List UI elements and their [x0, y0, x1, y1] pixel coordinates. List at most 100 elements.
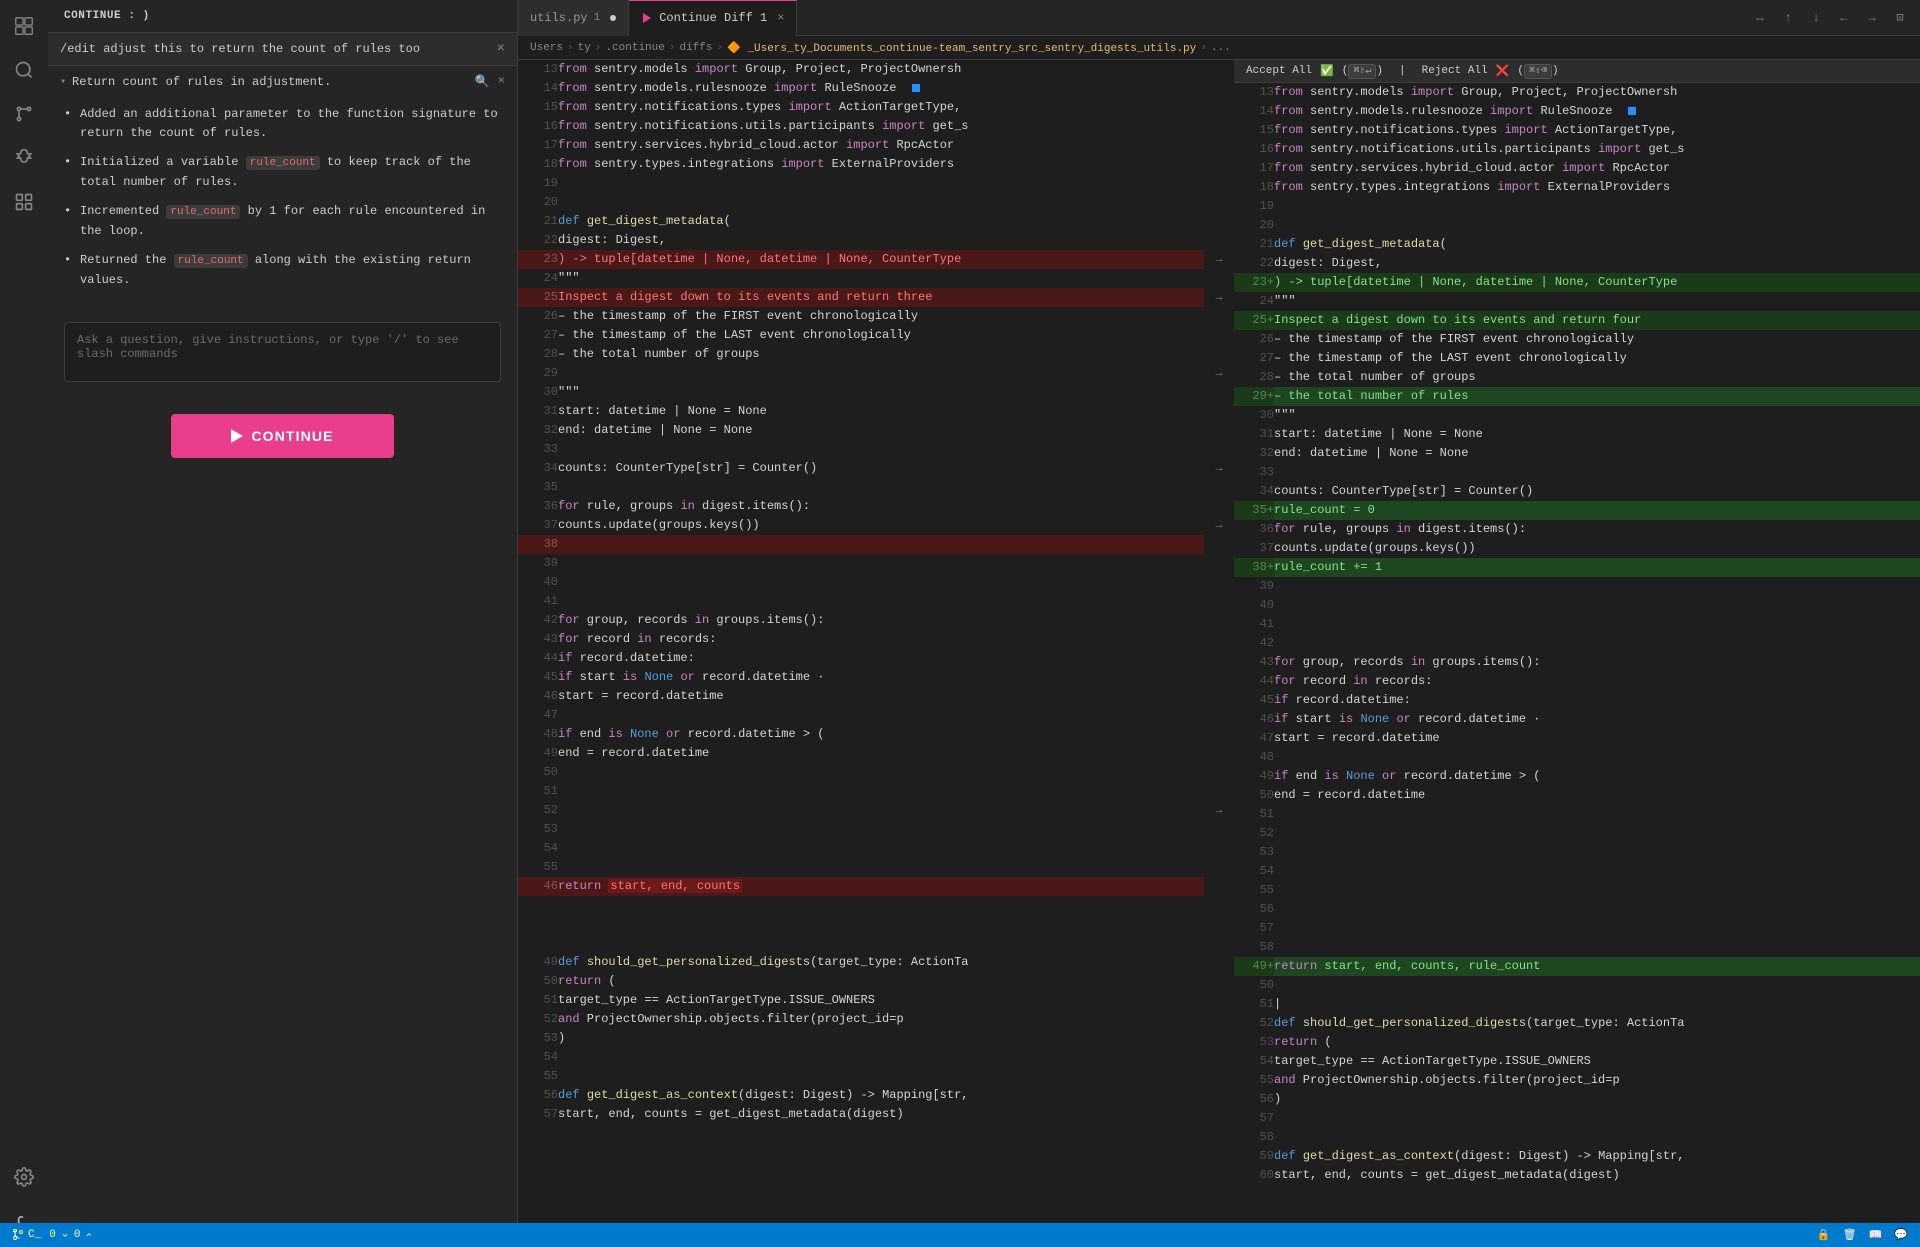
left-code-area[interactable]: 13from sentry.models import Group, Proje… — [518, 60, 1204, 1247]
table-row: 48 if end is None or record.datetime > ( — [518, 725, 1204, 744]
table-row: 17from sentry.services.hybrid_cloud.acto… — [518, 136, 1204, 155]
table-row: 52 and ProjectOwnership.objects.filter(p… — [518, 1010, 1204, 1029]
table-row: 15from sentry.notifications.types import… — [1234, 121, 1920, 140]
tab-continue-diff-close[interactable]: × — [777, 11, 784, 25]
main-editor: utils.py 1 Continue Diff 1 × ↔ ↑ ↓ ← → ⊡… — [518, 0, 1920, 1247]
breadcrumb-file[interactable]: 🔶 _Users_ty_Documents_continue-team_sent… — [727, 41, 1196, 55]
table-row: 13from sentry.models import Group, Proje… — [1234, 83, 1920, 102]
move-down-btn[interactable]: ↓ — [1804, 6, 1828, 30]
table-row: 46 if start is None or record.datetime · — [1234, 710, 1920, 729]
accept-icon: ✅ — [1320, 64, 1334, 78]
search-icon[interactable] — [6, 52, 42, 88]
tab-continue-diff[interactable]: Continue Diff 1 × — [629, 0, 797, 36]
table-row: 20 — [1234, 216, 1920, 235]
table-row: 52def should_get_personalized_digests(ta… — [1234, 1014, 1920, 1033]
left-panel: CONTINUE : ) /edit adjust this to return… — [48, 0, 518, 1247]
section-close-icon[interactable]: × — [498, 74, 505, 89]
table-row: 45 if record.datetime: — [1234, 691, 1920, 710]
table-row — [518, 896, 1204, 915]
table-row: 55 — [518, 858, 1204, 877]
edit-bar-close-button[interactable]: × — [497, 41, 505, 57]
move-left-btn[interactable]: ← — [1832, 6, 1856, 30]
changes-list: Added an additional parameter to the fun… — [48, 97, 517, 306]
table-row: 46 start = record.datetime — [518, 687, 1204, 706]
split-editor-btn[interactable]: ↔ — [1748, 6, 1772, 30]
accept-label: Accept All — [1246, 65, 1312, 77]
table-row: 43 for group, records in groups.items(): — [1234, 653, 1920, 672]
table-row: 34 counts: CounterType[str] = Counter() — [1234, 482, 1920, 501]
table-row: 36 for rule, groups in digest.items(): — [518, 497, 1204, 516]
delete-status-item[interactable]: 🗑 — [1843, 1228, 1857, 1242]
table-row: 57 — [1234, 919, 1920, 938]
reject-label: Reject All — [1422, 65, 1488, 77]
section-search-icon[interactable]: 🔍 — [475, 74, 490, 89]
table-row: 21def get_digest_metadata( — [1234, 235, 1920, 254]
continue-button[interactable]: CONTINUE — [171, 414, 393, 458]
debug-icon[interactable] — [6, 140, 42, 176]
table-row: 53 return ( — [1234, 1033, 1920, 1052]
breadcrumb-users[interactable]: Users — [530, 42, 563, 54]
table-row: 22 digest: Digest, — [518, 231, 1204, 250]
table-row: 55 — [1234, 881, 1920, 900]
table-row: 25+ Inspect a digest down to its events … — [1234, 311, 1920, 330]
table-row: 21def get_digest_metadata( — [518, 212, 1204, 231]
table-row — [518, 915, 1204, 934]
table-row: 24 """ — [1234, 292, 1920, 311]
table-row: 54 — [518, 1048, 1204, 1067]
tab-utils-py[interactable]: utils.py 1 — [518, 0, 629, 36]
split-editors: 13from sentry.models import Group, Proje… — [518, 60, 1920, 1247]
breadcrumb-ty[interactable]: ty — [578, 42, 591, 54]
table-row: 27 – the timestamp of the LAST event chr… — [518, 326, 1204, 345]
table-row: 23+) -> tuple[datetime | None, datetime … — [1234, 273, 1920, 292]
right-code-area[interactable]: 13from sentry.models import Group, Proje… — [1234, 83, 1920, 1247]
chat-input-area[interactable]: Ask a question, give instructions, or ty… — [64, 322, 501, 382]
table-row: 60 start, end, counts = get_digest_metad… — [1234, 1166, 1920, 1185]
breadcrumb: Users › ty › .continue › diffs › 🔶 _User… — [518, 36, 1920, 60]
settings-icon[interactable] — [6, 1159, 42, 1195]
table-row: 30 """ — [518, 383, 1204, 402]
table-row: 31 start: datetime | None = None — [518, 402, 1204, 421]
layout-btn[interactable]: ⊡ — [1888, 6, 1912, 30]
table-row: 50 — [518, 763, 1204, 782]
diff-arrow-35: → — [1216, 459, 1223, 478]
table-row: 35 — [518, 478, 1204, 497]
book-status-item[interactable]: 📖 — [1869, 1228, 1883, 1242]
table-row: 47 start = record.datetime — [1234, 729, 1920, 748]
extensions-icon[interactable] — [6, 184, 42, 220]
table-row: 36 for rule, groups in digest.items(): — [1234, 520, 1920, 539]
table-row: 43 for record in records: — [518, 630, 1204, 649]
lock-status-item[interactable]: 🔒 — [1817, 1228, 1831, 1242]
move-right-btn[interactable]: → — [1860, 6, 1884, 30]
table-row: 49def should_get_personalized_digests(ta… — [518, 953, 1204, 972]
table-row: 38 — [518, 535, 1204, 554]
book-icon: 📖 — [1869, 1228, 1883, 1242]
table-row: 42 — [1234, 634, 1920, 653]
inline-code-rule-count-1: rule_count — [246, 156, 320, 170]
table-row: 42 for group, records in groups.items(): — [518, 611, 1204, 630]
left-editor-pane: 13from sentry.models import Group, Proje… — [518, 60, 1204, 1247]
table-row: 45 if start is None or record.datetime · — [518, 668, 1204, 687]
table-row: 46 return start, end, counts — [518, 877, 1204, 896]
table-row: 56 ) — [1234, 1090, 1920, 1109]
table-row: 37 counts.update(groups.keys()) — [1234, 539, 1920, 558]
play-icon — [231, 429, 243, 443]
chat-status-item[interactable]: 💬 — [1894, 1228, 1908, 1242]
table-row: 23) -> tuple[datetime | None, datetime |… — [518, 250, 1204, 269]
reject-icon: ❌ — [1496, 64, 1510, 78]
right-code-table: 13from sentry.models import Group, Proje… — [1234, 83, 1920, 1185]
table-row: 52 — [518, 801, 1204, 820]
source-control-icon[interactable] — [6, 96, 42, 132]
breadcrumb-diffs[interactable]: diffs — [679, 42, 712, 54]
continue-button-area: CONTINUE — [48, 398, 517, 474]
table-row: 54 target_type == ActionTargetType.ISSUE… — [1234, 1052, 1920, 1071]
explorer-icon[interactable] — [6, 8, 42, 44]
breadcrumb-continue[interactable]: .continue — [605, 42, 664, 54]
table-row: 18from sentry.types.integrations import … — [1234, 178, 1920, 197]
table-row: 49 if end is None or record.datetime > ( — [1234, 767, 1920, 786]
table-row: 20 — [518, 193, 1204, 212]
table-row: 19 — [1234, 197, 1920, 216]
move-up-btn[interactable]: ↑ — [1776, 6, 1800, 30]
table-row: 27 – the timestamp of the LAST event chr… — [1234, 349, 1920, 368]
section-collapse-icon[interactable]: ▾ — [60, 76, 66, 88]
table-row: 53 — [1234, 843, 1920, 862]
